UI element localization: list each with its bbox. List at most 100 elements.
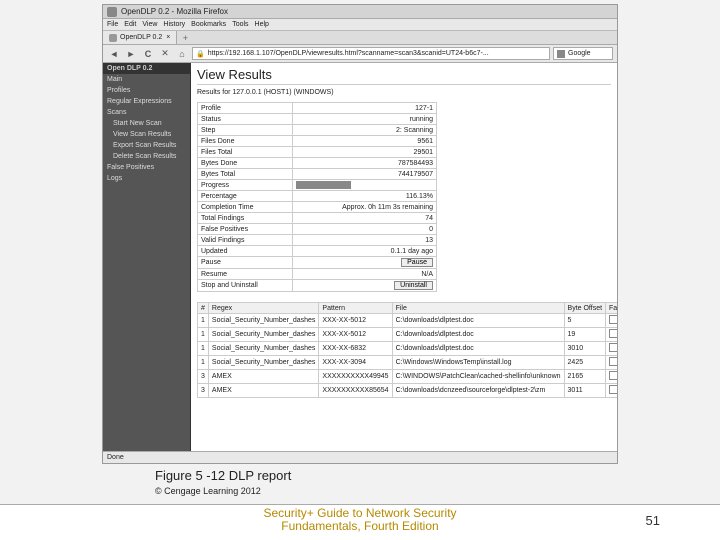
sidebar-item-logs[interactable]: Logs bbox=[103, 173, 190, 184]
false-positive-checkbox[interactable] bbox=[609, 371, 617, 380]
stat-label: Files Done bbox=[198, 136, 293, 147]
results-row: 1Social_Security_Number_dashesXXX-XX-309… bbox=[198, 356, 618, 370]
page-body: Open DLP 0.2 MainProfilesRegular Express… bbox=[103, 63, 617, 451]
stat-label: Total Findings bbox=[198, 213, 293, 224]
results-false-cell bbox=[606, 314, 617, 328]
results-cell: Social_Security_Number_dashes bbox=[208, 342, 319, 356]
results-cell: C:\WINDOWS\PatchClean\cached-shellinfo\u… bbox=[392, 370, 564, 384]
results-cell: C:\downloads\dcnzeed\sourceforge\dlptest… bbox=[392, 384, 564, 398]
sidebar-item-scans[interactable]: Scans bbox=[103, 107, 190, 118]
tabbar: OpenDLP 0.2 × + bbox=[103, 31, 617, 45]
false-positive-checkbox[interactable] bbox=[609, 343, 617, 352]
stat-row: Valid Findings13 bbox=[198, 235, 437, 246]
page-subtitle: Results for 127.0.0.1 (HOST1) (WINDOWS) bbox=[197, 89, 611, 96]
stat-row: Profile127-1 bbox=[198, 103, 437, 114]
menu-tools[interactable]: Tools bbox=[232, 21, 248, 28]
results-row: 1Social_Security_Number_dashesXXX-XX-683… bbox=[198, 342, 618, 356]
stat-row: Step2: Scanning bbox=[198, 125, 437, 136]
results-cell: C:\downloads\dlptest.doc bbox=[392, 342, 564, 356]
results-false-cell bbox=[606, 342, 617, 356]
results-cell: 1 bbox=[198, 356, 209, 370]
stat-value: 0 bbox=[293, 224, 437, 235]
sidebar-item-export-scan-results[interactable]: Export Scan Results bbox=[103, 140, 190, 151]
tab-close-icon[interactable]: × bbox=[166, 34, 170, 41]
results-cell: 3 bbox=[198, 384, 209, 398]
sidebar: Open DLP 0.2 MainProfilesRegular Express… bbox=[103, 63, 191, 451]
results-header: File bbox=[392, 303, 564, 314]
results-cell: 5 bbox=[564, 314, 606, 328]
stat-label: Completion Time bbox=[198, 202, 293, 213]
menu-view[interactable]: View bbox=[142, 21, 157, 28]
menu-bookmarks[interactable]: Bookmarks bbox=[191, 21, 226, 28]
sidebar-item-profiles[interactable]: Profiles bbox=[103, 85, 190, 96]
search-placeholder: Google bbox=[568, 50, 591, 57]
menu-help[interactable]: Help bbox=[255, 21, 269, 28]
back-button[interactable]: ◄ bbox=[107, 48, 121, 60]
sidebar-logo: Open DLP 0.2 bbox=[103, 63, 190, 74]
stat-value: 116.13% bbox=[293, 191, 437, 202]
results-cell: C:\downloads\dlptest.doc bbox=[392, 328, 564, 342]
copyright: © Cengage Learning 2012 bbox=[155, 486, 261, 496]
false-positive-checkbox[interactable] bbox=[609, 315, 617, 324]
stat-value: Approx. 0h 11m 3s remaining bbox=[293, 202, 437, 213]
results-cell: XXX-XX-5012 bbox=[319, 314, 392, 328]
sidebar-item-view-scan-results[interactable]: View Scan Results bbox=[103, 129, 190, 140]
lock-icon: 🔒 bbox=[196, 50, 205, 58]
results-cell: XXX-XX-3094 bbox=[319, 356, 392, 370]
menu-file[interactable]: File bbox=[107, 21, 118, 28]
menu-edit[interactable]: Edit bbox=[124, 21, 136, 28]
home-button[interactable]: ⌂ bbox=[175, 48, 189, 60]
false-positive-checkbox[interactable] bbox=[609, 329, 617, 338]
results-header: Byte Offset bbox=[564, 303, 606, 314]
pause-button[interactable]: Pause bbox=[401, 258, 433, 267]
status-table: Profile127-1StatusrunningStep2: Scanning… bbox=[197, 102, 437, 292]
results-cell: Social_Security_Number_dashes bbox=[208, 314, 319, 328]
results-cell: XXX-XX-6832 bbox=[319, 342, 392, 356]
stop-button[interactable]: ✕ bbox=[158, 48, 172, 60]
results-false-cell bbox=[606, 356, 617, 370]
page-heading: View Results bbox=[197, 67, 611, 85]
results-cell: 3010 bbox=[564, 342, 606, 356]
results-header: Pattern bbox=[319, 303, 392, 314]
url-text: https://192.168.1.107/OpenDLP/viewresult… bbox=[208, 50, 489, 57]
tab-favicon-icon bbox=[109, 34, 117, 42]
stat-row: Bytes Done787584493 bbox=[198, 158, 437, 169]
sidebar-item-main[interactable]: Main bbox=[103, 74, 190, 85]
stat-label: Valid Findings bbox=[198, 235, 293, 246]
sidebar-item-delete-scan-results[interactable]: Delete Scan Results bbox=[103, 151, 190, 162]
menu-history[interactable]: History bbox=[163, 21, 185, 28]
false-positive-checkbox[interactable] bbox=[609, 357, 617, 366]
stat-value: N/A bbox=[293, 269, 437, 280]
stat-row: Statusrunning bbox=[198, 114, 437, 125]
progress-bar bbox=[296, 181, 351, 189]
stat-row: ResumeN/A bbox=[198, 269, 437, 280]
stat-row: Bytes Total744179507 bbox=[198, 169, 437, 180]
browser-window: OpenDLP 0.2 - Mozilla Firefox File Edit … bbox=[102, 4, 618, 464]
stat-label: False Positives bbox=[198, 224, 293, 235]
stat-value: 2: Scanning bbox=[293, 125, 437, 136]
uninstall-button[interactable]: Uninstall bbox=[394, 281, 433, 290]
new-tab-button[interactable]: + bbox=[177, 33, 193, 43]
search-bar[interactable]: Google bbox=[553, 47, 613, 60]
false-positive-checkbox[interactable] bbox=[609, 385, 617, 394]
stat-row: Files Done9561 bbox=[198, 136, 437, 147]
sidebar-item-start-new-scan[interactable]: Start New Scan bbox=[103, 118, 190, 129]
stat-row: Progress bbox=[198, 180, 437, 191]
reload-button[interactable]: C bbox=[141, 48, 155, 60]
tab-label: OpenDLP 0.2 bbox=[120, 34, 162, 41]
results-header: # bbox=[198, 303, 209, 314]
results-cell: 1 bbox=[198, 342, 209, 356]
sidebar-item-false-positives[interactable]: False Positives bbox=[103, 162, 190, 173]
forward-button[interactable]: ► bbox=[124, 48, 138, 60]
results-cell: 2425 bbox=[564, 356, 606, 370]
results-cell: AMEX bbox=[208, 384, 319, 398]
stat-value: 74 bbox=[293, 213, 437, 224]
results-cell: XXXXXXXXXX49945 bbox=[319, 370, 392, 384]
tab-opendlp[interactable]: OpenDLP 0.2 × bbox=[103, 31, 177, 44]
stat-label: Bytes Total bbox=[198, 169, 293, 180]
stat-value: 0.1.1 day ago bbox=[293, 246, 437, 257]
stat-value: running bbox=[293, 114, 437, 125]
url-bar[interactable]: 🔒 https://192.168.1.107/OpenDLP/viewresu… bbox=[192, 47, 550, 60]
book-title: Security+ Guide to Network Security Fund… bbox=[260, 507, 460, 539]
sidebar-item-regular-expressions[interactable]: Regular Expressions bbox=[103, 96, 190, 107]
